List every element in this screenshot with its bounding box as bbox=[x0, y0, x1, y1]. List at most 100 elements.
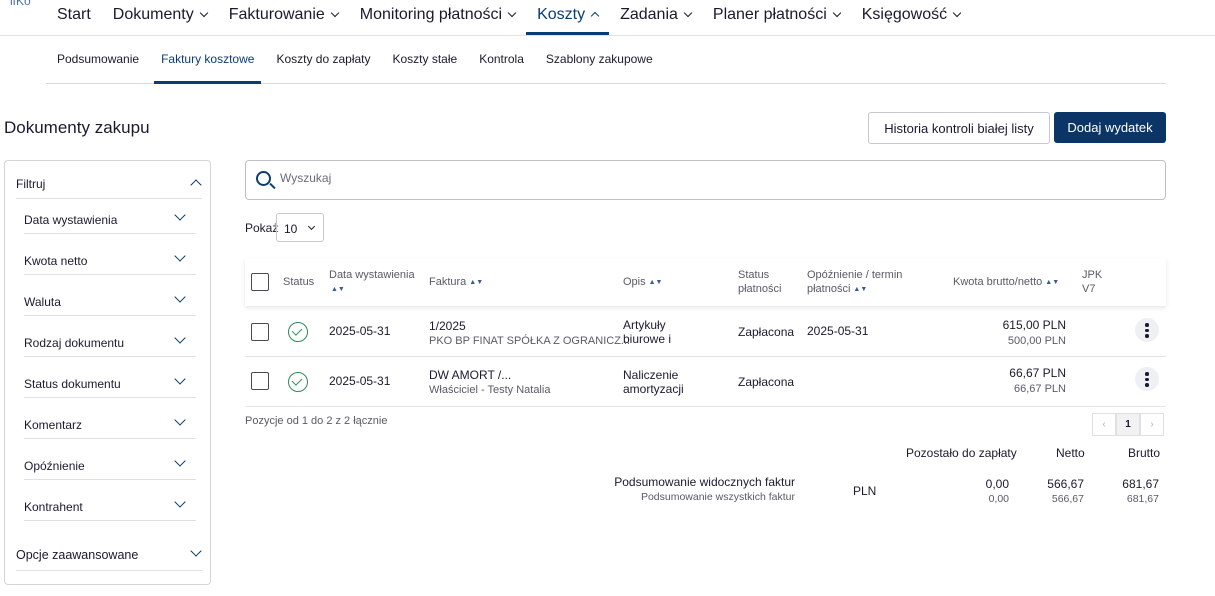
col-payment-status: Status płatności bbox=[738, 268, 781, 296]
page-title: Dokumenty zakupu bbox=[4, 118, 150, 137]
col-date-label: Data wystawienia bbox=[329, 269, 415, 281]
row-invoice-number[interactable]: 1/2025 bbox=[429, 319, 466, 333]
col-jpk-line2: V7 bbox=[1082, 283, 1096, 295]
row-date: 2025-05-31 bbox=[329, 374, 391, 388]
nav-koszty[interactable]: Koszty bbox=[526, 0, 610, 35]
filter-label: Komentarz bbox=[24, 418, 83, 432]
nav-monitoring[interactable]: Monitoring płatności bbox=[349, 0, 526, 35]
row-description-1: Artykuły bbox=[623, 318, 666, 332]
filter-label: Opóźnienie bbox=[24, 459, 85, 473]
col-jpk: JPK V7 bbox=[1082, 268, 1102, 296]
row-date: 2025-05-31 bbox=[329, 324, 391, 338]
pagination: ‹ 1 › bbox=[1092, 413, 1166, 436]
table-row[interactable]: 2025-05-31 1/2025 PKO BP FINAT SPÓŁKA Z … bbox=[245, 307, 1166, 357]
filters-panel: Filtruj Data wystawienia Kwota netto Wal… bbox=[4, 160, 211, 585]
row-invoice-number[interactable]: DW AMORT /... bbox=[429, 368, 511, 382]
col-delay-line2: płatności bbox=[807, 283, 851, 295]
col-jpk-line1: JPK bbox=[1082, 269, 1103, 281]
chevron-down-icon bbox=[952, 8, 962, 18]
nav-start[interactable]: Start bbox=[46, 0, 102, 35]
tab-kontrola[interactable]: Kontrola bbox=[468, 36, 535, 83]
summary-col-gross: Brutto bbox=[1128, 446, 1161, 460]
filter-document-status[interactable]: Status dokumentu bbox=[24, 372, 196, 398]
row-checkbox[interactable] bbox=[251, 372, 269, 390]
row-net-amount: 500,00 PLN bbox=[1007, 335, 1066, 347]
prev-page-button[interactable]: ‹ bbox=[1092, 413, 1116, 436]
nav-fakturowanie[interactable]: Fakturowanie bbox=[218, 0, 349, 35]
filter-net-amount[interactable]: Kwota netto bbox=[24, 249, 196, 275]
nav-dokumenty[interactable]: Dokumenty bbox=[102, 0, 218, 35]
row-description-2: amortyzacji bbox=[623, 382, 684, 396]
nav-start-label: Start bbox=[57, 6, 91, 23]
tab-podsumowanie[interactable]: Podsumowanie bbox=[46, 36, 150, 83]
col-delay-line1: Opóźnienie / termin bbox=[807, 269, 903, 281]
col-description[interactable]: Opis ▲▼ bbox=[623, 275, 662, 290]
page-1-button[interactable]: 1 bbox=[1116, 413, 1140, 436]
col-amount[interactable]: Kwota brutto/netto ▲▼ bbox=[953, 275, 1059, 290]
tab-faktury-kosztowe[interactable]: Faktury kosztowe bbox=[150, 36, 265, 84]
filter-label: Kwota netto bbox=[24, 254, 88, 268]
nav-planer[interactable]: Planer płatności bbox=[702, 0, 851, 35]
chevron-down-icon bbox=[174, 332, 186, 344]
tab-koszty-do-zaplaty[interactable]: Koszty do zapłaty bbox=[265, 36, 381, 83]
advanced-options[interactable]: Opcje zaawansowane bbox=[16, 543, 202, 571]
chevron-down-icon bbox=[174, 414, 186, 426]
table-row[interactable]: 2025-05-31 DW AMORT /... Właściciel - Te… bbox=[245, 357, 1166, 407]
chevron-down-icon bbox=[174, 373, 186, 385]
filter-comment[interactable]: Komentarz bbox=[24, 413, 196, 439]
whitelist-history-button[interactable]: Historia kontroli białej listy bbox=[868, 112, 1050, 144]
filter-label: Rodzaj dokumentu bbox=[24, 336, 125, 350]
summary-all-net: 566,67 bbox=[1051, 493, 1084, 505]
row-checkbox[interactable] bbox=[251, 323, 269, 341]
tab-koszty-stale[interactable]: Koszty stałe bbox=[382, 36, 469, 83]
col-delay[interactable]: Opóźnienie / termin płatności ▲▼ bbox=[807, 268, 902, 297]
chevron-down-icon bbox=[832, 8, 841, 18]
sub-nav-tabs: Podsumowanie Faktury kosztowe Koszty do … bbox=[46, 36, 1166, 84]
col-amount-label: Kwota brutto/netto bbox=[953, 276, 1043, 288]
filter-currency[interactable]: Waluta bbox=[24, 290, 196, 316]
page-size-value: 10 bbox=[284, 222, 298, 236]
col-invoice[interactable]: Faktura ▲▼ bbox=[429, 275, 483, 290]
select-all-checkbox[interactable] bbox=[251, 273, 269, 291]
summary-col-net: Netto bbox=[1056, 446, 1085, 460]
filter-date[interactable]: Data wystawienia bbox=[24, 208, 196, 234]
tab-szablony-zakupowe[interactable]: Szablony zakupowe bbox=[535, 36, 664, 83]
col-description-label: Opis bbox=[623, 276, 646, 288]
chevron-down-icon bbox=[199, 8, 208, 18]
chevron-down-icon bbox=[683, 8, 693, 18]
summary-visible-gross: 681,67 bbox=[1122, 477, 1159, 491]
chevron-down-icon bbox=[174, 250, 186, 262]
row-gross-amount: 615,00 PLN bbox=[1002, 318, 1066, 332]
row-net-amount: 66,67 PLN bbox=[1014, 383, 1066, 395]
col-date[interactable]: Data wystawienia ▲▼ bbox=[329, 268, 415, 297]
app-logo[interactable]: ifKo bbox=[10, 0, 31, 8]
page-size-select[interactable]: 10 bbox=[276, 213, 324, 242]
top-nav-menu: Start Dokumenty Fakturowanie Monitoring … bbox=[46, 0, 971, 35]
filter-document-type[interactable]: Rodzaj dokumentu bbox=[24, 331, 196, 357]
sort-icon: ▲▼ bbox=[648, 279, 663, 286]
nav-zadania[interactable]: Zadania bbox=[609, 0, 702, 35]
chevron-up-icon bbox=[190, 179, 202, 191]
chevron-up-icon bbox=[590, 11, 600, 21]
chevron-down-icon bbox=[190, 545, 202, 557]
search-box bbox=[245, 160, 1166, 200]
sort-icon: ▲▼ bbox=[1045, 279, 1060, 286]
table-header: Status Data wystawienia ▲▼ Faktura ▲▼ Opis… bbox=[245, 258, 1166, 306]
next-page-button[interactable]: › bbox=[1140, 413, 1164, 436]
more-actions-icon[interactable] bbox=[1135, 318, 1159, 342]
nav-ksiegowosc[interactable]: Księgowość bbox=[851, 0, 971, 35]
filters-header[interactable]: Filtruj bbox=[16, 175, 202, 199]
more-actions-icon[interactable] bbox=[1135, 367, 1159, 391]
filter-label: Waluta bbox=[24, 295, 61, 309]
row-due-date: 2025-05-31 bbox=[807, 324, 869, 338]
search-icon bbox=[256, 171, 271, 186]
add-expense-button[interactable]: Dodaj wydatek bbox=[1054, 112, 1166, 143]
chevron-down-icon bbox=[174, 496, 186, 508]
summary-col-remaining: Pozostało do zapłaty bbox=[906, 446, 1017, 460]
search-input[interactable] bbox=[280, 171, 1140, 185]
filter-delay[interactable]: Opóźnienie bbox=[24, 454, 196, 480]
col-invoice-label: Faktura bbox=[429, 276, 467, 288]
filter-contractor[interactable]: Kontrahent bbox=[24, 495, 196, 521]
nav-dokumenty-label: Dokumenty bbox=[112, 6, 194, 23]
chevron-down-icon bbox=[330, 8, 340, 18]
